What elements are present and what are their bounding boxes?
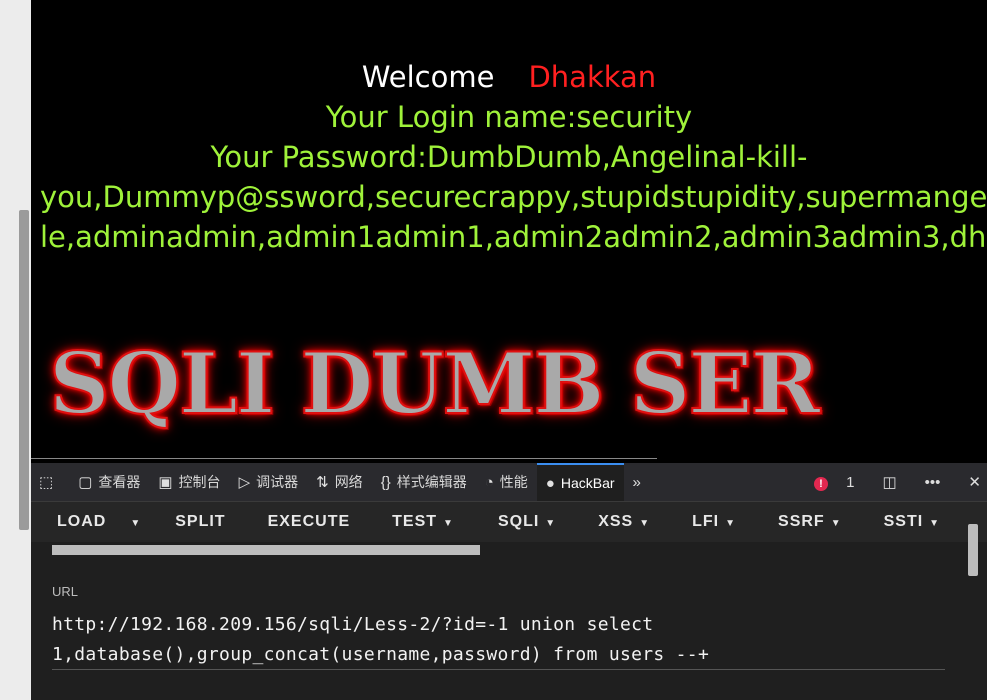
tab-label: 网络 [334,474,363,490]
inspector-icon: ▢ [78,474,93,491]
tab-label: 调试器 [256,474,299,490]
close-devtools-button[interactable]: ✕ [954,473,981,491]
devtools-toolbar: ⬚ ▢ 查看器 ▣ 控制台 ▷ 调试器 ⇅ 网络 {} 样式编辑器 ◔ 性能 ● HackBa… [31,463,987,502]
load-button[interactable]: LOAD ▼ [31,513,155,531]
url-input-underline [52,669,945,670]
lfi-menu[interactable]: LFI ▼ [664,513,750,531]
tab-style-editor[interactable]: {} 样式编辑器 [372,463,476,501]
web-page: Welcome Dhakkan Your Login name:security … [31,0,987,463]
performance-icon: ◔ [484,473,494,491]
page-divider [31,458,657,459]
dropdown-arrow-icon: ▼ [545,518,557,529]
debugger-icon: ▷ [238,474,251,491]
menu-label: SQLI [497,513,540,530]
vertical-scrollbar[interactable] [968,524,978,576]
url-input[interactable]: http://192.168.209.156/sqli/Less-2/?id=-… [52,610,952,670]
menu-label: SPLIT [175,513,226,530]
password-text-wrap-2: le,adminadmin,admin1admin1,admin2admin2,… [40,220,987,254]
error-indicator[interactable]: ! 1 [800,473,855,491]
dropdown-arrow-icon: ▼ [443,518,454,529]
execute-button[interactable]: EXECUTE [240,513,365,531]
ssrf-menu[interactable]: SSRF ▼ [750,513,856,531]
tab-label: 控制台 [178,474,221,490]
tab-performance[interactable]: ◔ 性能 [476,463,537,501]
tab-inspector[interactable]: ▢ 查看器 [69,463,149,501]
menu-label: TEST [392,513,438,530]
password-text-wrap-1: you,Dummyp@ssword,securecrappy,stupidstu… [40,180,987,214]
menu-label: SSRF [778,513,825,530]
password-text: Your Password:DumbDumb,Angelinal-kill- [210,140,808,174]
network-icon: ⇅ [316,474,329,491]
tab-label: 样式编辑器 [396,474,467,490]
dock-icon: ◫ [882,474,897,491]
more-options-button[interactable]: ••• [911,474,941,491]
more-icon: ••• [924,473,941,491]
dropdown-arrow-icon: ▼ [639,518,651,529]
menu-label: LFI [692,513,720,530]
hackbar-icon: ● [545,474,555,492]
element-picker-icon: ⬚ [39,474,54,491]
url-label: URL [52,584,79,599]
tab-network[interactable]: ⇅ 网络 [307,463,372,501]
style-editor-icon: {} [380,473,391,491]
error-count: 1 [846,473,855,491]
dropdown-arrow-icon[interactable]: ▼ [130,518,141,529]
menu-label: EXECUTE [267,513,351,530]
more-tabs-button[interactable]: » [624,463,656,501]
xss-menu[interactable]: XSS ▼ [570,513,664,531]
horizontal-scrollbar[interactable] [52,545,480,555]
login-name-text: Your Login name:security [325,100,693,134]
ssti-menu[interactable]: SSTI ▼ [856,513,954,531]
dropdown-arrow-icon: ▼ [929,518,941,529]
welcome-text: Welcome [361,60,495,94]
tab-label: 性能 [499,474,528,490]
dropdown-arrow-icon: ▼ [725,518,737,529]
split-button[interactable]: SPLIT [155,513,239,531]
welcome-line: Welcome Dhakkan [31,60,987,94]
dock-button[interactable]: ◫ [868,473,896,491]
sqli-banner-logo: SQLI DUMB SER [48,333,821,434]
tab-label: 查看器 [98,474,141,490]
sqli-menu[interactable]: SQLI ▼ [468,513,570,531]
menu-label: XSS [598,513,634,530]
hackbar-menu: LOAD ▼ SPLIT EXECUTE TEST ▼ SQLI ▼ XSS ▼ LFI… [31,502,987,542]
url-line: http://192.168.209.156/sqli/Less-2/?id=-… [52,614,654,635]
tab-console[interactable]: ▣ 控制台 [149,463,229,501]
element-picker-button[interactable]: ⬚ [31,463,69,501]
dropdown-arrow-icon: ▼ [830,518,842,529]
menu-label: LOAD [57,513,107,530]
error-icon: ! [813,476,828,491]
welcome-name: Dhakkan [528,60,657,94]
url-line: 1,database(),group_concat(username,passw… [52,644,710,665]
console-icon: ▣ [158,474,173,491]
tab-hackbar[interactable]: ● HackBar [536,463,624,501]
chevron-double-right-icon: » [632,473,641,491]
hackbar-body: URL http://192.168.209.156/sqli/Less-2/?… [31,524,987,700]
page-scrollbar[interactable] [19,210,29,530]
tab-debugger[interactable]: ▷ 调试器 [230,463,308,501]
menu-label: SSTI [883,513,924,530]
test-menu[interactable]: TEST ▼ [364,513,468,531]
close-icon: ✕ [968,474,981,491]
tab-label: HackBar [560,475,615,491]
devtools-right-controls: ! 1 ◫ ••• ✕ [786,463,981,501]
devtools-panel: ⬚ ▢ 查看器 ▣ 控制台 ▷ 调试器 ⇅ 网络 {} 样式编辑器 ◔ 性能 ● HackBa… [31,463,987,700]
